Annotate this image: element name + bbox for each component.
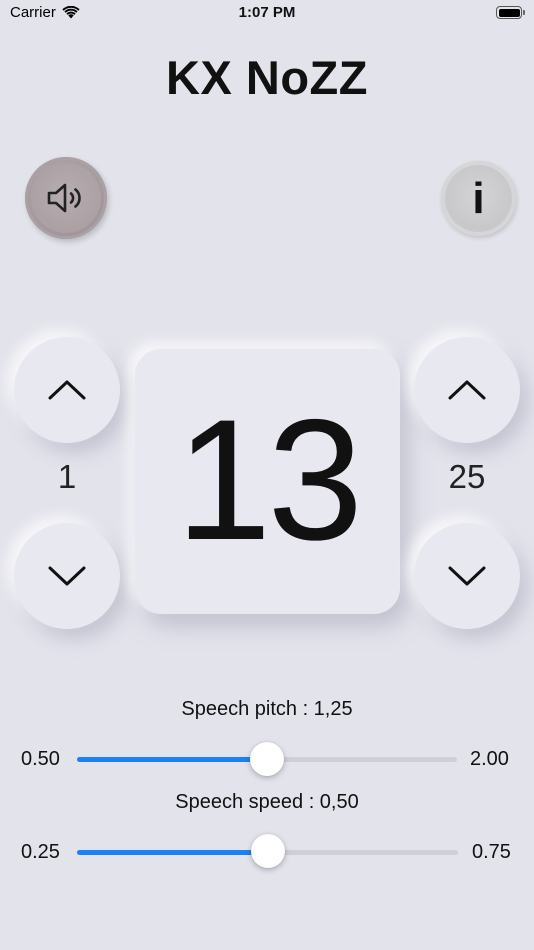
chevron-up-icon xyxy=(48,380,86,400)
battery-fill xyxy=(498,8,520,17)
speed-caption: Speech speed : 0,50 xyxy=(175,791,359,813)
pitch-slider-thumb[interactable] xyxy=(250,742,284,776)
min-decrement-button[interactable] xyxy=(14,523,120,629)
pitch-slider-fill xyxy=(77,757,267,762)
speed-slider-fill xyxy=(77,850,268,855)
sound-button[interactable] xyxy=(25,157,107,239)
info-icon: i xyxy=(447,167,510,230)
current-number-card[interactable]: 13 xyxy=(135,349,400,614)
speed-slider-thumb[interactable] xyxy=(250,834,285,868)
max-decrement-button[interactable] xyxy=(414,523,520,629)
min-increment-button[interactable] xyxy=(14,337,120,443)
speaker-icon xyxy=(47,183,81,213)
pitch-min-label: 0.50 xyxy=(21,748,60,770)
max-increment-button[interactable] xyxy=(414,337,520,443)
info-label: i xyxy=(472,173,485,223)
app-title: KX NoZZ xyxy=(166,51,368,104)
min-value: 1 xyxy=(57,458,77,495)
battery-cap xyxy=(523,10,525,15)
speed-max-label: 0.75 xyxy=(472,841,511,863)
status-time: 1:07 PM xyxy=(238,4,296,21)
chevron-up-icon xyxy=(448,380,486,400)
battery-icon xyxy=(496,6,522,19)
speed-min-label: 0.25 xyxy=(21,841,60,863)
chevron-down-icon xyxy=(48,566,86,586)
max-value: 25 xyxy=(448,458,486,495)
current-number: 13 xyxy=(175,383,363,576)
pitch-max-label: 2.00 xyxy=(470,748,509,770)
pitch-caption: Speech pitch : 1,25 xyxy=(181,698,353,720)
sound-button-face xyxy=(31,163,101,233)
info-button[interactable]: i xyxy=(441,161,516,236)
chevron-down-icon xyxy=(448,566,486,586)
